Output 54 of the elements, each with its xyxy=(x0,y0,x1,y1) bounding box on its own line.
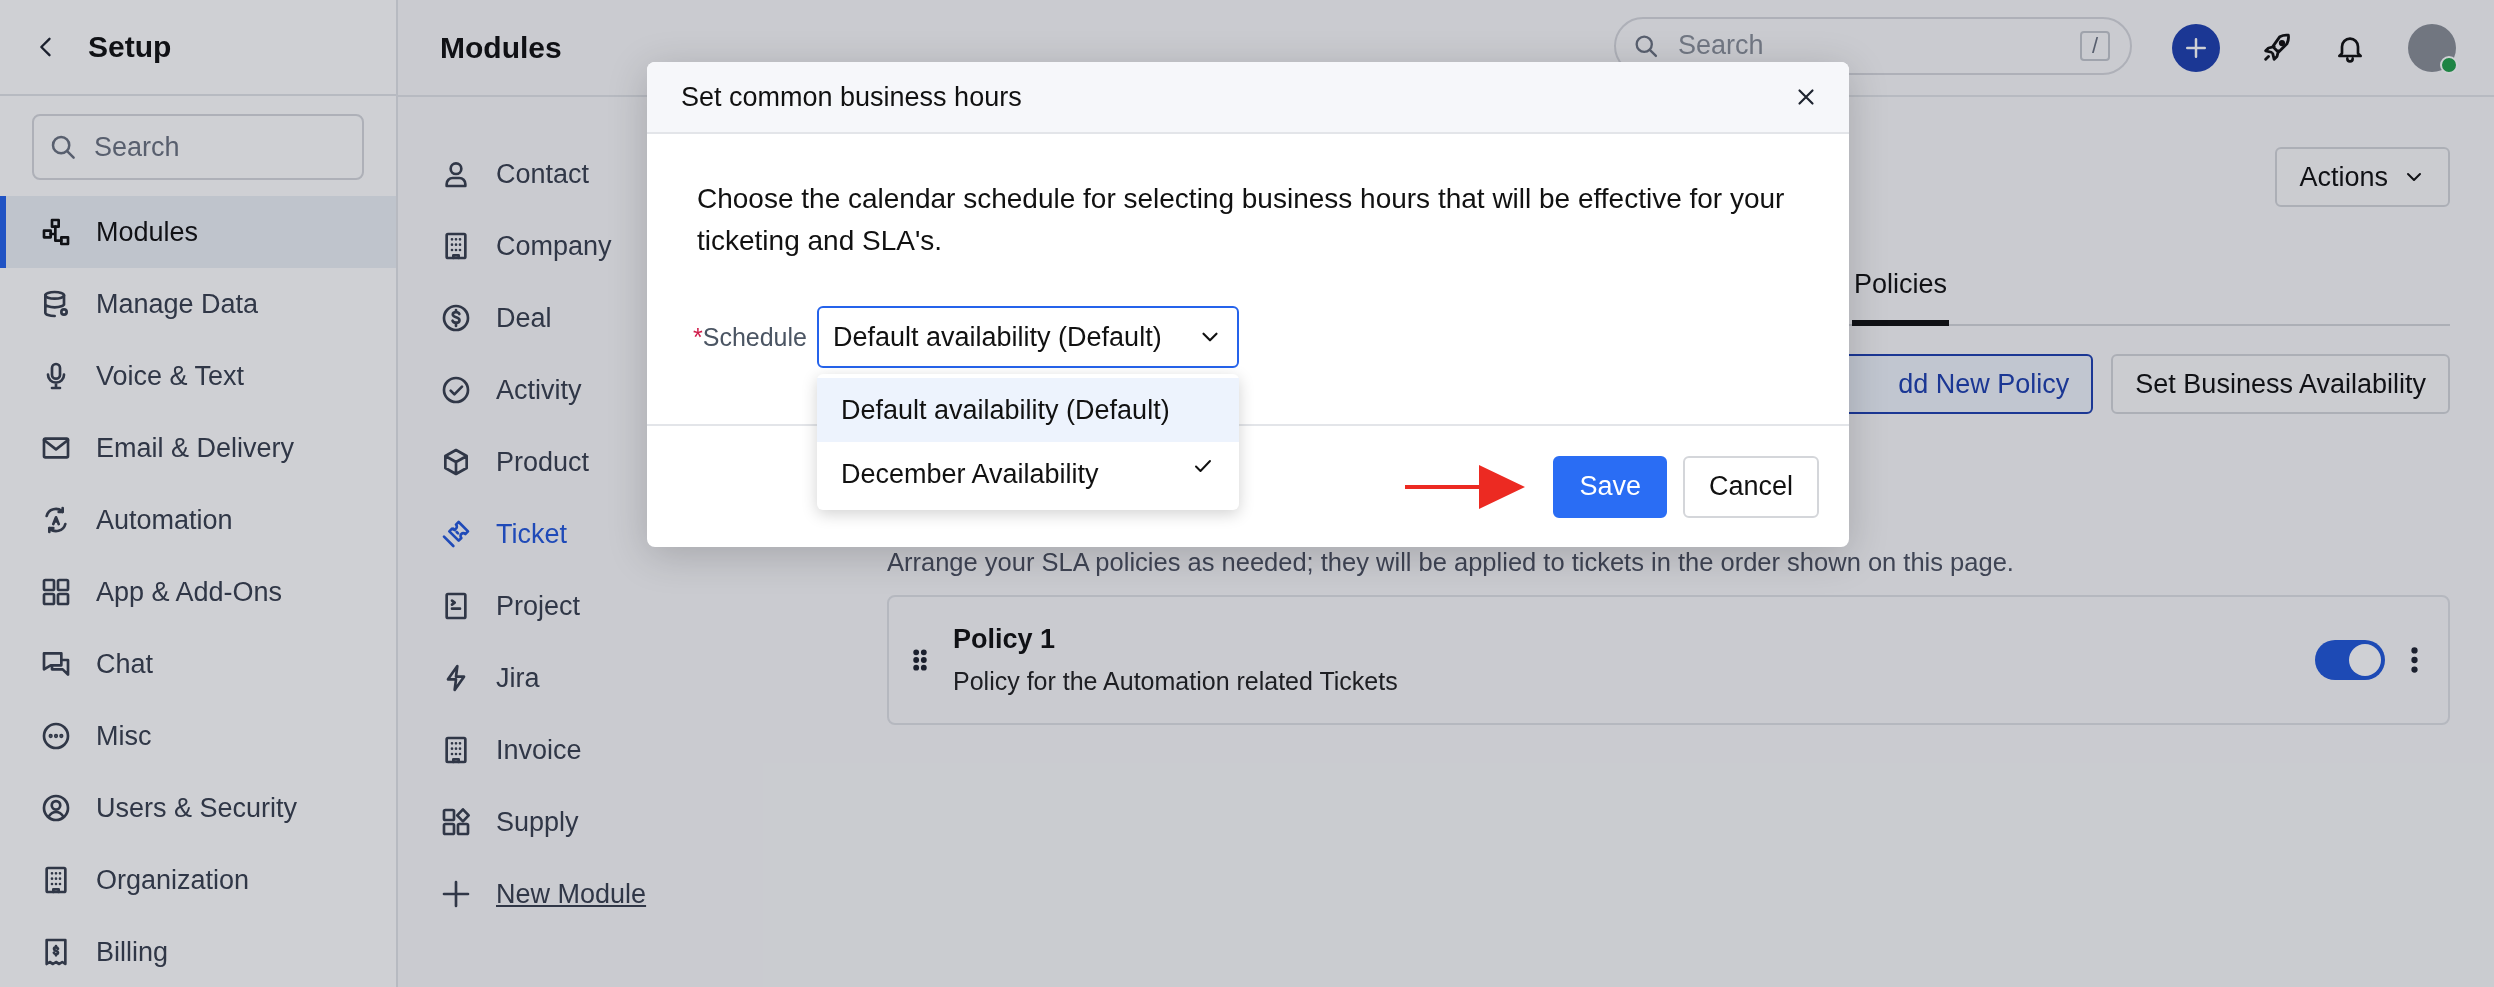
grid-icon xyxy=(40,576,72,608)
module-item[interactable]: Contact xyxy=(398,138,590,210)
sidebar-item[interactable]: Billing xyxy=(0,916,396,987)
dialog-description: Choose the calendar schedule for selecting business hours that will be effective for your ticketing and SLA's. xyxy=(697,182,1786,258)
avatar[interactable] xyxy=(2408,23,2456,72)
policy-name: Policy 1 xyxy=(953,624,1057,655)
sidebar-title: Setup xyxy=(88,30,172,64)
dropdown-option[interactable]: Default availability (Default) xyxy=(817,378,1239,442)
ticket-icon xyxy=(440,518,472,550)
online-status-dot xyxy=(2440,55,2458,74)
module-item[interactable]: Ticket xyxy=(398,498,567,570)
module-item[interactable]: Supply xyxy=(398,786,579,858)
page-title: Modules xyxy=(440,30,563,65)
add-button[interactable] xyxy=(2172,23,2220,72)
sidebar-item[interactable]: Voice & Text xyxy=(0,340,396,412)
schedule-dropdown[interactable]: Default availability (Default) xyxy=(817,306,1239,368)
module-item[interactable]: Product xyxy=(398,426,590,498)
dots-circle-icon xyxy=(40,720,72,752)
hierarchy-icon xyxy=(40,216,72,248)
dialog-title: Set common business hours xyxy=(681,81,1023,113)
sidebar-item[interactable]: App & Add-Ons xyxy=(0,556,396,628)
save-button[interactable]: Save xyxy=(1553,455,1667,518)
drag-handle-icon xyxy=(913,649,927,671)
policy-description: Policy for the Automation related Tickets xyxy=(953,667,1399,696)
set-availability-button[interactable]: Set Business Availability xyxy=(2111,354,2450,414)
sidebar-item[interactable]: Automation xyxy=(0,484,396,556)
actions-button[interactable]: Actions xyxy=(2275,147,2450,207)
cancel-button[interactable]: Cancel xyxy=(1682,455,1819,518)
plus-icon xyxy=(440,878,472,910)
module-item[interactable]: Jira xyxy=(398,642,540,714)
module-item[interactable]: Company xyxy=(398,210,612,282)
sidebar-item[interactable]: Chat xyxy=(0,628,396,700)
hint-text: Arrange your SLA policies as needed; they will be applied to tickets in the order shown on this page. xyxy=(887,548,2015,577)
field-label: *Schedule xyxy=(693,322,807,352)
sidebar-item[interactable]: Email & Delivery xyxy=(0,412,396,484)
dollar-circle-icon xyxy=(440,302,472,334)
module-item[interactable]: Invoice xyxy=(398,714,582,786)
dropdown-option[interactable]: December Availability xyxy=(817,442,1239,506)
sidebar-item[interactable]: Organization xyxy=(0,844,396,916)
user-circle-icon xyxy=(40,792,72,824)
check-circle-icon xyxy=(440,374,472,406)
new-module-link[interactable]: New Module xyxy=(496,878,647,910)
sidebar-item[interactable]: Modules xyxy=(0,196,396,268)
module-item[interactable]: Deal xyxy=(398,282,552,354)
sidebar-item[interactable]: Manage Data xyxy=(0,268,396,340)
policy-toggle[interactable] xyxy=(2315,640,2385,680)
module-item[interactable]: Project xyxy=(398,570,581,642)
module-item[interactable]: Activity xyxy=(398,354,582,426)
search-field[interactable]: Search xyxy=(32,114,364,180)
sidebar-item[interactable]: Misc xyxy=(0,700,396,772)
shapes-icon xyxy=(440,806,472,838)
kebab-menu-icon xyxy=(2411,647,2418,673)
sidebar-item[interactable]: Users & Security xyxy=(0,772,396,844)
shortcut-key: / xyxy=(2080,30,2110,61)
